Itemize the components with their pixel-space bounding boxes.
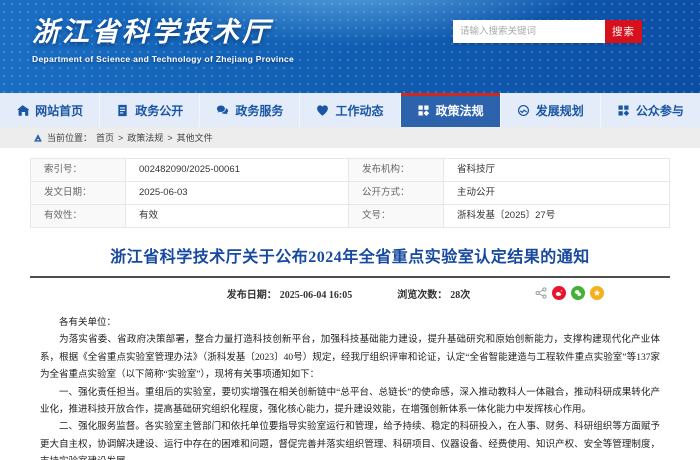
heart-icon xyxy=(317,104,329,116)
meta-label-openness: 公开方式： xyxy=(349,182,444,204)
nav-item-services[interactable]: 政务服务 xyxy=(200,93,301,127)
search-input[interactable] xyxy=(453,20,605,43)
view-count: 浏览次数： 28次 xyxy=(397,289,471,301)
meta-label-validity: 有效性： xyxy=(31,205,126,227)
breadcrumb-separator: > xyxy=(167,132,173,143)
site-header: 浙江省科学技术厅 Department of Science and Techn… xyxy=(0,0,700,93)
meta-row: 有效性： 有效 文号： 浙科发基〔2025〕27号 xyxy=(31,205,669,227)
breadcrumb-other-docs[interactable]: 其他文件 xyxy=(177,131,213,144)
site-brand: 浙江省科学技术厅 Department of Science and Techn… xyxy=(32,10,294,64)
site-search: 搜索 xyxy=(453,20,642,43)
meta-label-doc-number: 文号： xyxy=(349,205,444,227)
chat-icon xyxy=(217,104,229,114)
meta-value-issue-date: 2025-06-03 xyxy=(126,182,349,204)
publish-date: 发布日期： 2025-06-04 16:05 xyxy=(226,289,353,301)
paragraph-salutation: 各有关单位： xyxy=(59,318,117,328)
breadcrumb-policies[interactable]: 政策法规 xyxy=(127,131,163,144)
meta-value-agency: 省科技厅 xyxy=(457,164,496,175)
meta-row: 发文日期： 2025-06-03 公开方式： 主动公开 xyxy=(31,182,669,205)
meta-label-issue-date: 发文日期： xyxy=(31,182,126,204)
breadcrumb: 当前位置： 首页 > 政策法规 > 其他文件 xyxy=(0,127,700,148)
breadcrumb-label: 当前位置： xyxy=(47,133,93,143)
search-button[interactable]: 搜索 xyxy=(605,20,642,43)
handshake-icon xyxy=(517,104,529,116)
paragraph-intro: 为落实省委、省政府决策部署，整合力量打造科技创新平台，加强科技基础能力建设，提升… xyxy=(40,335,660,381)
paragraph-item-2: 二、强化服务监督。各实验室主管部门和依托单位要指导实验室运行和管理，给予持续、稳… xyxy=(40,422,660,460)
breadcrumb-home[interactable]: 首页 xyxy=(96,131,114,144)
document-body: 各有关单位： 为落实省委、省政府决策部署，整合力量打造科技创新平台，加强科技基础… xyxy=(40,315,660,460)
meta-value-index: 002482090/2025-00061 xyxy=(126,159,349,181)
weibo-share-icon[interactable] xyxy=(552,286,566,300)
nav-item-info-disclosure[interactable]: 政务公开 xyxy=(100,93,201,127)
share-icon[interactable] xyxy=(535,287,547,299)
meta-value-validity: 有效 xyxy=(126,205,349,227)
document-icon xyxy=(118,104,127,116)
breadcrumb-separator: > xyxy=(118,132,124,143)
meta-label-agency: 发布机构： xyxy=(349,159,444,181)
nav-item-planning[interactable]: 发展规划 xyxy=(501,93,601,127)
location-icon xyxy=(34,133,42,142)
main-nav: 网站首页 政务公开 政务服务 工作动态 政策法规 发展规划 公众参与 xyxy=(0,93,700,127)
nav-item-participation[interactable]: 公众参与 xyxy=(601,93,700,127)
seal-icon xyxy=(418,104,429,116)
nav-item-news[interactable]: 工作动态 xyxy=(300,93,401,127)
site-title-english: Department of Science and Technology of … xyxy=(32,54,295,64)
share-bar xyxy=(535,286,604,300)
qzone-share-icon[interactable] xyxy=(590,286,604,300)
participation-icon xyxy=(618,104,630,116)
document-info-row: 发布日期： 2025-06-04 16:05 浏览次数： 28次 xyxy=(0,278,700,308)
meta-value-doc-number: 浙科发基〔2025〕27号 xyxy=(457,210,556,221)
nav-item-policies[interactable]: 政策法规 xyxy=(400,93,501,127)
meta-value-openness: 主动公开 xyxy=(457,187,496,198)
nav-item-home[interactable]: 网站首页 xyxy=(0,93,101,127)
paragraph-item-1: 一、强化责任担当。重组后的实验室，要切实增强在相关创新链中“总平台、总链长”的使… xyxy=(40,387,660,416)
meta-label-index: 索引号： xyxy=(31,159,126,181)
site-title: 浙江省科学技术厅 xyxy=(32,17,272,48)
wechat-share-icon[interactable] xyxy=(571,286,585,300)
home-icon xyxy=(17,104,30,116)
meta-row: 索引号： 002482090/2025-00061 发布机构： 省科技厅 xyxy=(31,159,669,182)
document-meta-table: 索引号： 002482090/2025-00061 发布机构： 省科技厅 发文日… xyxy=(30,158,670,228)
page-title: 浙江省科学技术厅关于公布2024年全省重点实验室认定结果的通知 xyxy=(110,249,590,266)
